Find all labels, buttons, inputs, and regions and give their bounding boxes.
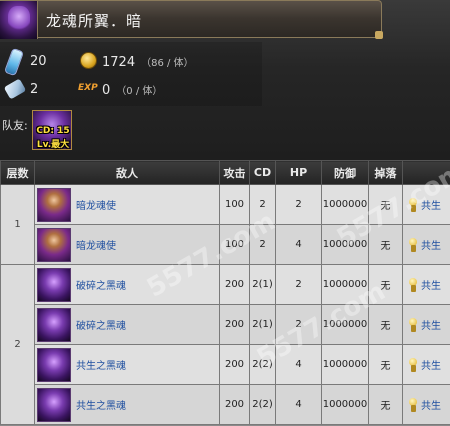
coin-amount: 1724 (102, 55, 136, 70)
exp-icon: EXP (78, 83, 98, 93)
enemy-portrait-icon[interactable] (37, 187, 71, 222)
exp-rate: （0 / 体） (116, 86, 163, 97)
exp-amount: 0 (102, 83, 111, 98)
skill-cell[interactable]: 共生 (402, 224, 450, 265)
enemy-name-link[interactable]: 共生之黑魂 (76, 357, 126, 372)
enemy-name-link[interactable]: 暗龙魂使 (76, 197, 116, 212)
attack-cell: 200 (219, 384, 250, 425)
enemy-cell[interactable]: 暗龙魂使 (34, 184, 220, 225)
enemy-table-wrap: 层数 敌人 攻击 CD HP 防御 掉落 1 暗龙魂使 100 2 2 1000… (0, 160, 450, 426)
skill-icon[interactable] (407, 277, 419, 293)
attack-cell: 200 (219, 264, 250, 305)
teammate-card[interactable]: CD: 15 Lv.最大 (32, 110, 72, 150)
header-attack: 攻击 (219, 160, 250, 185)
title-bar: 龙魂所翼．暗 (0, 0, 383, 39)
skill-link[interactable]: 共生 (421, 361, 441, 372)
cd-cell: 2(2) (249, 384, 276, 425)
drop-cell: 无 (368, 344, 403, 385)
skill-link[interactable]: 共生 (421, 321, 441, 332)
cd-cell: 2(1) (249, 264, 276, 305)
skill-icon[interactable] (407, 237, 419, 253)
skill-cell[interactable]: 共生 (402, 384, 450, 425)
teammate-cd: CD: 15 (36, 126, 70, 136)
skill-icon[interactable] (407, 317, 419, 333)
defense-cell: 1000000 (321, 384, 369, 425)
floor-cell: 1 (0, 184, 35, 265)
skill-cell[interactable]: 共生 (402, 304, 450, 345)
potion-value: 2 (30, 82, 39, 97)
enemy-cell[interactable]: 破碎之黑魂 (34, 304, 220, 345)
table-row: 共生之黑魂 200 2(2) 4 1000000 无 共生 (1, 384, 450, 425)
hp-cell: 4 (275, 224, 322, 265)
skill-icon[interactable] (407, 357, 419, 373)
hp-cell: 2 (275, 184, 322, 225)
header-floor: 层数 (0, 160, 35, 185)
stage-title: 龙魂所翼．暗 (46, 12, 143, 30)
header-drop: 掉落 (368, 160, 403, 185)
stage-portrait-icon (0, 1, 38, 39)
skill-link[interactable]: 共生 (421, 281, 441, 292)
header-enemy: 敌人 (34, 160, 220, 185)
team-label: 队友: (2, 119, 28, 132)
enemy-cell[interactable]: 共生之黑魂 (34, 344, 220, 385)
floor-cell: 2 (0, 264, 35, 425)
coin-icon (80, 52, 97, 69)
header-defense: 防御 (321, 160, 369, 185)
enemy-name-link[interactable]: 破碎之黑魂 (76, 277, 126, 292)
defense-cell: 1000000 (321, 344, 369, 385)
enemy-portrait-icon[interactable] (37, 307, 71, 342)
enemy-portrait-icon[interactable] (37, 267, 71, 302)
stage-header: 龙魂所翼．暗 20 1724 （86 / 体） 2 EXP 0 （0 / 体） 队友… (0, 0, 450, 170)
enemy-portrait-icon[interactable] (37, 387, 71, 422)
teammate-level: Lv.最大 (36, 140, 70, 150)
enemy-portrait-icon[interactable] (37, 347, 71, 382)
enemy-name-link[interactable]: 暗龙魂使 (76, 237, 116, 252)
skill-cell[interactable]: 共生 (402, 344, 450, 385)
coin-value: 1724 （86 / 体） (102, 54, 194, 70)
skill-link[interactable]: 共生 (421, 401, 441, 412)
attack-cell: 200 (219, 344, 250, 385)
enemy-cell[interactable]: 共生之黑魂 (34, 384, 220, 425)
header-cd: CD (249, 160, 276, 185)
attack-cell: 200 (219, 304, 250, 345)
stamina-value: 20 (30, 54, 47, 69)
hp-cell: 4 (275, 384, 322, 425)
hp-cell: 2 (275, 264, 322, 305)
enemy-portrait-icon[interactable] (37, 227, 71, 262)
enemy-name-link[interactable]: 破碎之黑魂 (76, 317, 126, 332)
table-header-row: 层数 敌人 攻击 CD HP 防御 掉落 (0, 160, 450, 185)
exp-value: 0 （0 / 体） (102, 82, 162, 98)
skill-link[interactable]: 共生 (421, 241, 441, 252)
enemy-name-link[interactable]: 共生之黑魂 (76, 397, 126, 412)
skill-cell[interactable]: 共生 (402, 264, 450, 305)
table-row: 破碎之黑魂 200 2(1) 2 1000000 无 共生 (1, 304, 450, 345)
drop-cell: 无 (368, 384, 403, 425)
skill-icon[interactable] (407, 397, 419, 413)
header-hp: HP (275, 160, 322, 185)
coin-rate: （86 / 体） (141, 58, 194, 69)
table-row: 共生之黑魂 200 2(2) 4 1000000 无 共生 (1, 344, 450, 385)
